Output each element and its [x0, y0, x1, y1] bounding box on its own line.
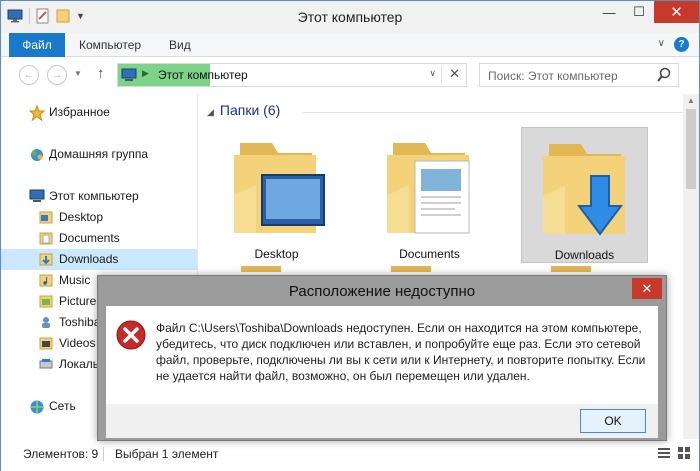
- folder-icon: [39, 253, 53, 266]
- folder-icon: [39, 232, 53, 245]
- help-icon[interactable]: ?: [674, 37, 689, 52]
- large-icons-view-icon[interactable]: [677, 446, 691, 460]
- expand-ribbon-icon[interactable]: ∨: [658, 38, 665, 49]
- folder-tile-documents[interactable]: Documents: [366, 127, 493, 263]
- folder-icon: [39, 295, 53, 308]
- documents-folder-icon: [387, 143, 470, 234]
- star-icon: [29, 105, 45, 121]
- recent-locations-dropdown[interactable]: ▼: [74, 69, 82, 78]
- folder-icon: [39, 274, 53, 287]
- scroll-thumb[interactable]: [686, 109, 696, 189]
- dialog-title: Расположение недоступно: [288, 283, 476, 300]
- explorer-window: ▼ Этот компьютер — ☐ ✕ Файл Компьютер Ви…: [0, 0, 700, 471]
- address-bar[interactable]: ▶ Этот компьютер ∨ ✕: [117, 63, 467, 87]
- selection-count: Выбран 1 элемент: [115, 447, 219, 461]
- sidebar-item-favorites[interactable]: Избранное: [1, 102, 197, 123]
- search-box[interactable]: Поиск: Этот компьютер: [479, 63, 679, 87]
- sidebar-item-pictures[interactable]: Picture: [1, 291, 97, 312]
- up-button[interactable]: ↑: [97, 65, 105, 82]
- error-dialog: Расположение недоступно ✕ Файл C:\Users\…: [97, 275, 667, 441]
- desktop-folder-icon: [234, 143, 325, 233]
- tab-view[interactable]: Вид: [169, 33, 191, 57]
- sidebar-item-toshiba[interactable]: Toshiba: [1, 312, 100, 333]
- sidebar-item-desktop[interactable]: Desktop: [1, 207, 197, 228]
- items-count: Элементов: 9: [23, 447, 99, 461]
- tab-computer[interactable]: Компьютер: [79, 33, 141, 57]
- ok-button[interactable]: OK: [580, 409, 646, 433]
- title-bar: ▼ Этот компьютер — ☐ ✕: [1, 1, 699, 33]
- tab-file[interactable]: Файл: [9, 33, 65, 57]
- drive-icon: [39, 359, 53, 369]
- status-bar: Элементов: 9 Выбран 1 элемент: [1, 441, 699, 471]
- address-path: Этот компьютер: [158, 68, 248, 82]
- downloads-folder-icon: [543, 144, 625, 236]
- computer-icon: [29, 189, 45, 202]
- sidebar-item-videos[interactable]: Videos: [1, 333, 97, 354]
- sidebar-item-this-pc[interactable]: Этот компьютер: [1, 186, 197, 207]
- folder-icon: [39, 211, 53, 224]
- scroll-up-icon[interactable]: ▲: [687, 96, 695, 105]
- navigation-bar: ← → ▼ ↑ ▶ Этот компьютер ∨ ✕ Поиск: Этот…: [1, 58, 699, 92]
- forward-button[interactable]: →: [47, 65, 67, 85]
- window-controls: — ☐ ✕: [594, 1, 699, 23]
- sidebar-item-homegroup[interactable]: Домашняя группа: [1, 144, 197, 165]
- maximize-button[interactable]: ☐: [624, 1, 654, 23]
- details-view-icon[interactable]: [657, 446, 671, 460]
- address-dropdown-icon[interactable]: ∨: [429, 68, 436, 79]
- folder-tile-partial[interactable]: [391, 266, 431, 272]
- dialog-body: Файл C:\Users\Toshiba\Downloads недоступ…: [106, 306, 658, 404]
- computer-icon: [121, 68, 137, 81]
- dialog-message: Файл C:\Users\Toshiba\Downloads недоступ…: [156, 321, 646, 383]
- user-folder-icon: [42, 317, 50, 328]
- folder-tile-partial[interactable]: [551, 266, 591, 272]
- folder-tile-downloads[interactable]: Downloads: [521, 127, 648, 263]
- sidebar-item-network[interactable]: Сеть: [1, 396, 97, 417]
- sidebar-item-music[interactable]: Music: [1, 270, 97, 291]
- minimize-button[interactable]: —: [594, 1, 624, 23]
- sidebar-item-local-disk[interactable]: Локаль: [1, 354, 99, 375]
- back-button[interactable]: ←: [19, 65, 39, 85]
- collapse-group-icon[interactable]: ◢: [207, 107, 214, 117]
- stop-loading-icon[interactable]: ✕: [449, 66, 460, 82]
- folder-tile-partial[interactable]: [241, 266, 281, 272]
- search-icon[interactable]: [656, 67, 672, 83]
- dialog-close-button[interactable]: ✕: [632, 278, 662, 299]
- network-icon: [30, 400, 44, 414]
- breadcrumb-chevron-icon[interactable]: ▶: [142, 68, 149, 79]
- homegroup-icon: [31, 149, 43, 161]
- view-switcher: [657, 446, 691, 460]
- close-button[interactable]: ✕: [654, 1, 699, 23]
- sidebar-item-documents[interactable]: Documents: [1, 228, 197, 249]
- ribbon-tabs: Файл Компьютер Вид ∨ ?: [1, 33, 699, 57]
- group-header-folders[interactable]: ◢ Папки (6): [207, 102, 683, 118]
- folder-tile-desktop[interactable]: Desktop: [213, 127, 340, 263]
- search-placeholder: Поиск: Этот компьютер: [488, 69, 618, 83]
- folder-icon: [39, 337, 53, 350]
- vertical-scrollbar[interactable]: ▲: [683, 94, 699, 439]
- error-icon: [116, 320, 146, 350]
- dialog-footer: OK: [106, 404, 658, 438]
- sidebar-item-downloads[interactable]: Downloads: [1, 249, 197, 270]
